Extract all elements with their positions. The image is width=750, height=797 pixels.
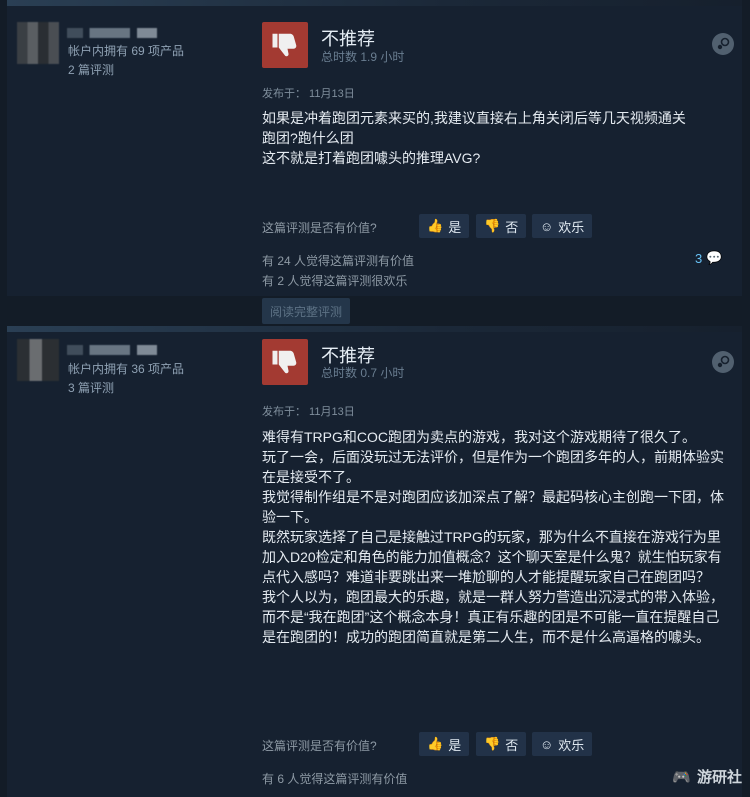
- review-count[interactable]: 2 篇评测: [68, 61, 184, 80]
- watermark: 🎮 游研社: [672, 768, 742, 787]
- thumbs-down-icon: 👎: [484, 218, 501, 233]
- thumbs-up-icon: 👍: [427, 218, 444, 233]
- funny-count: 有 2 人觉得这篇评测很欢乐: [262, 274, 408, 288]
- vote-no-button[interactable]: 👎 否: [476, 214, 527, 238]
- avatar[interactable]: [17, 22, 59, 64]
- vote-no-button[interactable]: 👎 否: [476, 732, 527, 756]
- vote-yes-button[interactable]: 👍 是: [419, 732, 470, 756]
- review-card-2: 帐户内拥有 36 项产品 3 篇评测 不推荐 总时数 0.7 小时 发布于： 1…: [7, 326, 742, 797]
- owned-products[interactable]: 帐户内拥有 36 项产品: [68, 360, 184, 379]
- review-line: 我个人以为，跑团最大的乐趣，就是一群人努力营造出沉浸式的带入体验，而不是“我在跑…: [262, 589, 724, 645]
- helpful-question: 这篇评测是否有价值?: [262, 221, 377, 235]
- thumbs-down-icon: [262, 22, 308, 68]
- review-line: 跑团?跑什么团: [262, 130, 354, 146]
- review-line: 这不就是打着跑团噱头的推理AVG?: [262, 150, 481, 166]
- smiley-icon: ☺: [540, 218, 554, 234]
- helpful-count: 有 24 人觉得这篇评测有价值: [262, 254, 415, 268]
- smiley-icon: ☺: [540, 736, 554, 752]
- posted-date: 发布于： 11月13日: [262, 88, 355, 100]
- steam-logo-icon: [712, 351, 734, 373]
- playtime: 总时数 1.9 小时: [321, 50, 405, 64]
- review-count[interactable]: 3 篇评测: [68, 379, 184, 398]
- review-line: 我觉得制作组是不是对跑团应该加深点了解？最起码核心主创跑一下团，体验一下。: [262, 489, 724, 525]
- review-card-1: 帐户内拥有 69 项产品 2 篇评测 不推荐 总时数 1.9 小时 发布于： 1…: [7, 0, 742, 296]
- posted-date: 发布于： 11月13日: [262, 406, 355, 418]
- comments-link[interactable]: 3 💬: [695, 250, 722, 266]
- comment-bubble-icon: 💬: [706, 250, 723, 265]
- review-line: 如果是冲着跑团元素来买的,我建议直接右上角关闭后等几天视频通关: [262, 110, 686, 126]
- owned-products[interactable]: 帐户内拥有 69 项产品: [68, 42, 184, 61]
- vote-funny-button[interactable]: ☺ 欢乐: [532, 732, 593, 756]
- username[interactable]: [67, 345, 157, 355]
- review-line: 既然玩家选择了自己是接触过TRPG的玩家，那为什么不直接在游戏行为里加入D20检…: [262, 529, 722, 585]
- review-body: 难得有TRPG和COC跑团为卖点的游戏，我对这个游戏期待了很久了。 玩了一会，后…: [262, 427, 732, 647]
- vote-yes-button[interactable]: 👍 是: [419, 214, 470, 238]
- helpful-count: 有 6 人觉得这篇评测有价值: [262, 772, 408, 786]
- review-line: 难得有TRPG和COC跑团为卖点的游戏，我对这个游戏期待了很久了。: [262, 429, 696, 445]
- review-body: 如果是冲着跑团元素来买的,我建议直接右上角关闭后等几天视频通关 跑团?跑什么团 …: [262, 108, 732, 168]
- thumbs-down-icon: 👎: [484, 736, 501, 751]
- username[interactable]: [67, 28, 157, 38]
- thumbs-up-icon: 👍: [427, 736, 444, 751]
- helpful-question: 这篇评测是否有价值?: [262, 739, 377, 753]
- review-line: 玩了一会，后面没玩过无法评价，但是作为一个跑团多年的人，前期体验实在是接受不了。: [262, 449, 724, 485]
- steam-logo-icon: [712, 33, 734, 55]
- playtime: 总时数 0.7 小时: [321, 366, 405, 380]
- gamepad-icon: 🎮: [672, 768, 691, 786]
- thumbs-down-icon: [262, 339, 308, 385]
- vote-funny-button[interactable]: ☺ 欢乐: [532, 214, 593, 238]
- read-full-review-button[interactable]: 阅读完整评测: [262, 298, 350, 324]
- avatar[interactable]: [17, 339, 59, 381]
